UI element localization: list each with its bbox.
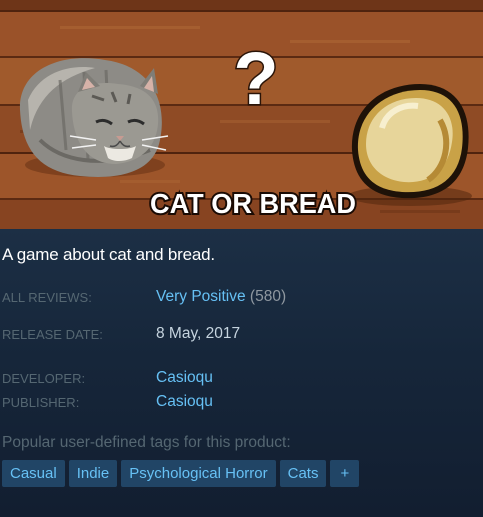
review-summary-link[interactable]: Very Positive: [156, 288, 246, 305]
game-info-panel: A game about cat and bread. ALL REVIEWS:…: [0, 229, 483, 517]
game-description: A game about cat and bread.: [2, 245, 215, 264]
question-mark: ?: [233, 37, 278, 120]
tag-psychological-horror[interactable]: Psychological Horror: [121, 460, 276, 487]
tags-heading: Popular user-defined tags for this produ…: [2, 434, 291, 451]
reviews-label: ALL REVIEWS:: [2, 290, 92, 305]
release-date-label: RELEASE DATE:: [2, 327, 103, 342]
game-capsule-image[interactable]: ? CAT OR BREAD: [0, 0, 483, 229]
review-count: (580): [249, 288, 287, 305]
add-tag-button[interactable]: +: [330, 460, 360, 487]
tag-casual[interactable]: Casual: [2, 460, 65, 487]
tag-cats[interactable]: Cats: [279, 460, 327, 487]
developer-label: DEVELOPER:: [2, 371, 86, 386]
publisher-link[interactable]: Casioqu: [156, 393, 213, 411]
developer-link[interactable]: Casioqu: [156, 369, 213, 387]
release-date-value: 8 May, 2017: [156, 325, 241, 342]
tag-list: Casual Indie Psychological Horror Cats +: [2, 460, 360, 487]
tag-indie[interactable]: Indie: [68, 460, 118, 487]
publisher-label: PUBLISHER:: [2, 395, 80, 410]
game-logo-text: CAT OR BREAD: [150, 188, 356, 219]
reviews-value: Very Positive (580): [156, 288, 286, 306]
